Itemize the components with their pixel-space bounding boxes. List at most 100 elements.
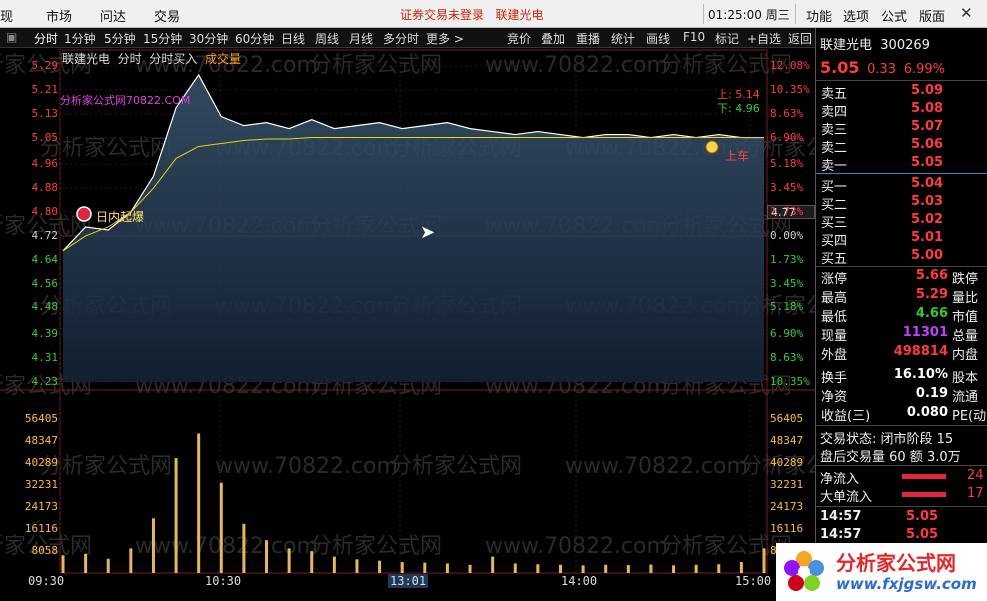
tool-mark[interactable]: 标记 xyxy=(715,30,739,47)
watermark-text: www.70822.com xyxy=(565,454,748,479)
stat-right-label: 流通 xyxy=(952,390,979,405)
pct-tick-label: 3.45% xyxy=(770,181,804,195)
price-tick-label: 5.29 xyxy=(31,59,59,72)
volume-tick-label: 48347 xyxy=(770,433,804,447)
menu-function[interactable]: 功能 xyxy=(806,6,832,25)
time-tick-label: 09:30 xyxy=(28,574,65,588)
price-tick-label: 4.48 xyxy=(31,300,59,314)
price-tick-label: 4.80 xyxy=(31,205,59,219)
tool-replay[interactable]: 重播 xyxy=(576,30,600,47)
bid-level-5[interactable]: 买五 5.00 xyxy=(821,248,943,267)
bid-level-3[interactable]: 买三 5.02 xyxy=(821,212,943,231)
intraday-chart-svg[interactable]: 分析家公式网www.70822.com分析家公式网www.70822.com分析… xyxy=(0,48,815,601)
bid-level-4-price: 5.01 xyxy=(911,230,944,245)
volume-tick-label: 40289 xyxy=(24,455,58,469)
tool-add-favorite[interactable]: +自选 xyxy=(747,30,781,47)
ask-level-2-label: 卖二 xyxy=(821,141,848,156)
period-toolbar: ▣ 分时 1分钟 5分钟 15分钟 30分钟 60分钟 日线 周线 月线 多分时… xyxy=(0,28,815,48)
pct-tick-label: 6.90% xyxy=(770,327,804,341)
period-more[interactable]: 更多 > xyxy=(426,30,464,47)
signal-burst-label: 日内起爆 xyxy=(96,210,145,224)
period-daily[interactable]: 日线 xyxy=(281,30,305,47)
tool-overlay[interactable]: 叠加 xyxy=(541,30,565,47)
period-multi-intraday[interactable]: 多分时 xyxy=(383,30,419,47)
ask-level-4-label: 卖四 xyxy=(821,105,848,120)
price-area xyxy=(63,74,764,383)
ask-level-1-price: 5.05 xyxy=(911,155,944,170)
period-30min[interactable]: 30分钟 xyxy=(189,30,228,47)
price-tick-label: 4.39 xyxy=(31,327,59,341)
quote-change-pct: 6.99% xyxy=(903,62,946,77)
ask-level-3[interactable]: 卖三 5.07 xyxy=(821,119,943,138)
pct-tick-label: 10.35% xyxy=(770,82,810,96)
pct-tick-label: 1.73% xyxy=(770,205,804,219)
pct-tick-label: 6.90% xyxy=(770,130,804,144)
tool-f10[interactable]: F10 xyxy=(683,30,705,44)
stat-label: 收益(三) xyxy=(821,409,871,424)
volume-tick-label: 56405 xyxy=(770,411,804,425)
intraday-chart-area[interactable]: 分析家公式网www.70822.com分析家公式网www.70822.com分析… xyxy=(0,48,815,601)
pct-tick-label: 8.63% xyxy=(770,351,804,365)
after-hours-volume: 盘后交易量 60 额 3.0万 xyxy=(820,450,961,465)
volume-tick-label: 32231 xyxy=(770,477,804,491)
period-15min[interactable]: 15分钟 xyxy=(143,30,182,47)
quote-panel: 联建光电 300269 5.05 0.33 6.99% 卖五 5.09 卖四 5.08… xyxy=(815,28,987,601)
period-monthly[interactable]: 月线 xyxy=(349,30,373,47)
big-inflow-label: 大单流入 xyxy=(820,490,873,505)
stat-label: 涨停 xyxy=(821,272,848,287)
big-inflow-value: 17 xyxy=(967,486,984,501)
price-tick-label: 4.31 xyxy=(31,351,59,365)
tool-auction[interactable]: 竞价 xyxy=(507,30,531,47)
price-tick-label: 4.56 xyxy=(31,276,59,290)
brand-url: www.fxjgsw.com xyxy=(836,575,977,593)
indicator-volume-label: 成交量 xyxy=(204,52,241,66)
stat-right-label: 市值 xyxy=(952,310,979,325)
period-60min[interactable]: 60分钟 xyxy=(235,30,274,47)
tick-time: 14:57 xyxy=(820,527,862,542)
menu-formula[interactable]: 公式 xyxy=(881,6,907,25)
menu-wenda[interactable]: 问达 xyxy=(100,6,126,25)
bid-level-4[interactable]: 买四 5.01 xyxy=(821,230,943,249)
ask-level-5[interactable]: 卖五 5.09 xyxy=(821,83,943,102)
signal-car-label: 上车 xyxy=(725,149,750,163)
period-1min[interactable]: 1分钟 xyxy=(64,30,96,47)
bid-level-2[interactable]: 买二 5.03 xyxy=(821,194,943,213)
watermark-text: 分析家公式网 xyxy=(390,454,522,479)
price-tick-label: 4.72 xyxy=(31,228,59,242)
top-menu-bar: 现 市场 问达 交易 证券交易未登录 联建光电 01:25:00 周三 功能 选… xyxy=(0,0,987,28)
period-5min[interactable]: 5分钟 xyxy=(104,30,136,47)
ask-level-2[interactable]: 卖二 5.06 xyxy=(821,137,943,156)
pct-tick-label: 10.35% xyxy=(770,375,810,388)
tool-drawline[interactable]: 画线 xyxy=(646,30,670,47)
tool-back[interactable]: 返回 xyxy=(788,30,812,47)
volume-tick-label: 24173 xyxy=(770,499,804,513)
menu-cut-item[interactable]: 现 xyxy=(0,6,13,25)
period-weekly[interactable]: 周线 xyxy=(315,30,339,47)
annotation-lower: 下: 4.96 xyxy=(717,102,760,115)
bid-level-1-price: 5.04 xyxy=(911,176,944,191)
watermark-text: 分析家公式网 xyxy=(310,534,442,559)
quote-last-price: 5.05 xyxy=(820,58,860,77)
login-notice[interactable]: 证券交易未登录 联建光电 xyxy=(400,6,543,23)
stat-value: 5.29 xyxy=(915,287,948,302)
tool-stats[interactable]: 统计 xyxy=(611,30,635,47)
menu-options[interactable]: 选项 xyxy=(843,6,869,25)
bid-level-1[interactable]: 买一 5.04 xyxy=(821,176,943,195)
close-icon[interactable]: ✕ xyxy=(960,4,973,22)
stock-title: 联建光电 xyxy=(495,8,544,22)
stat-right-label: 内盘 xyxy=(952,348,979,363)
time-tick-label: 10:30 xyxy=(205,574,242,588)
volume-tick-label: 32231 xyxy=(24,477,58,491)
period-intraday[interactable]: 分时 xyxy=(34,30,58,47)
panel-toggle-icon[interactable]: ▣ xyxy=(6,30,17,44)
stat-value: 0.19 xyxy=(915,386,948,401)
ask-level-4[interactable]: 卖四 5.08 xyxy=(821,101,943,120)
big-inflow-bar xyxy=(902,492,946,497)
menu-market[interactable]: 市场 xyxy=(46,6,72,25)
ask-level-1[interactable]: 卖一 5.05 xyxy=(821,155,943,174)
menu-trade[interactable]: 交易 xyxy=(154,6,180,25)
stat-right-label: 量比 xyxy=(952,291,979,306)
formula-watermark-label: 分析家公式网70822.COM xyxy=(60,94,191,107)
ask-level-3-label: 卖三 xyxy=(821,123,848,138)
menu-layout[interactable]: 版面 xyxy=(919,6,945,25)
